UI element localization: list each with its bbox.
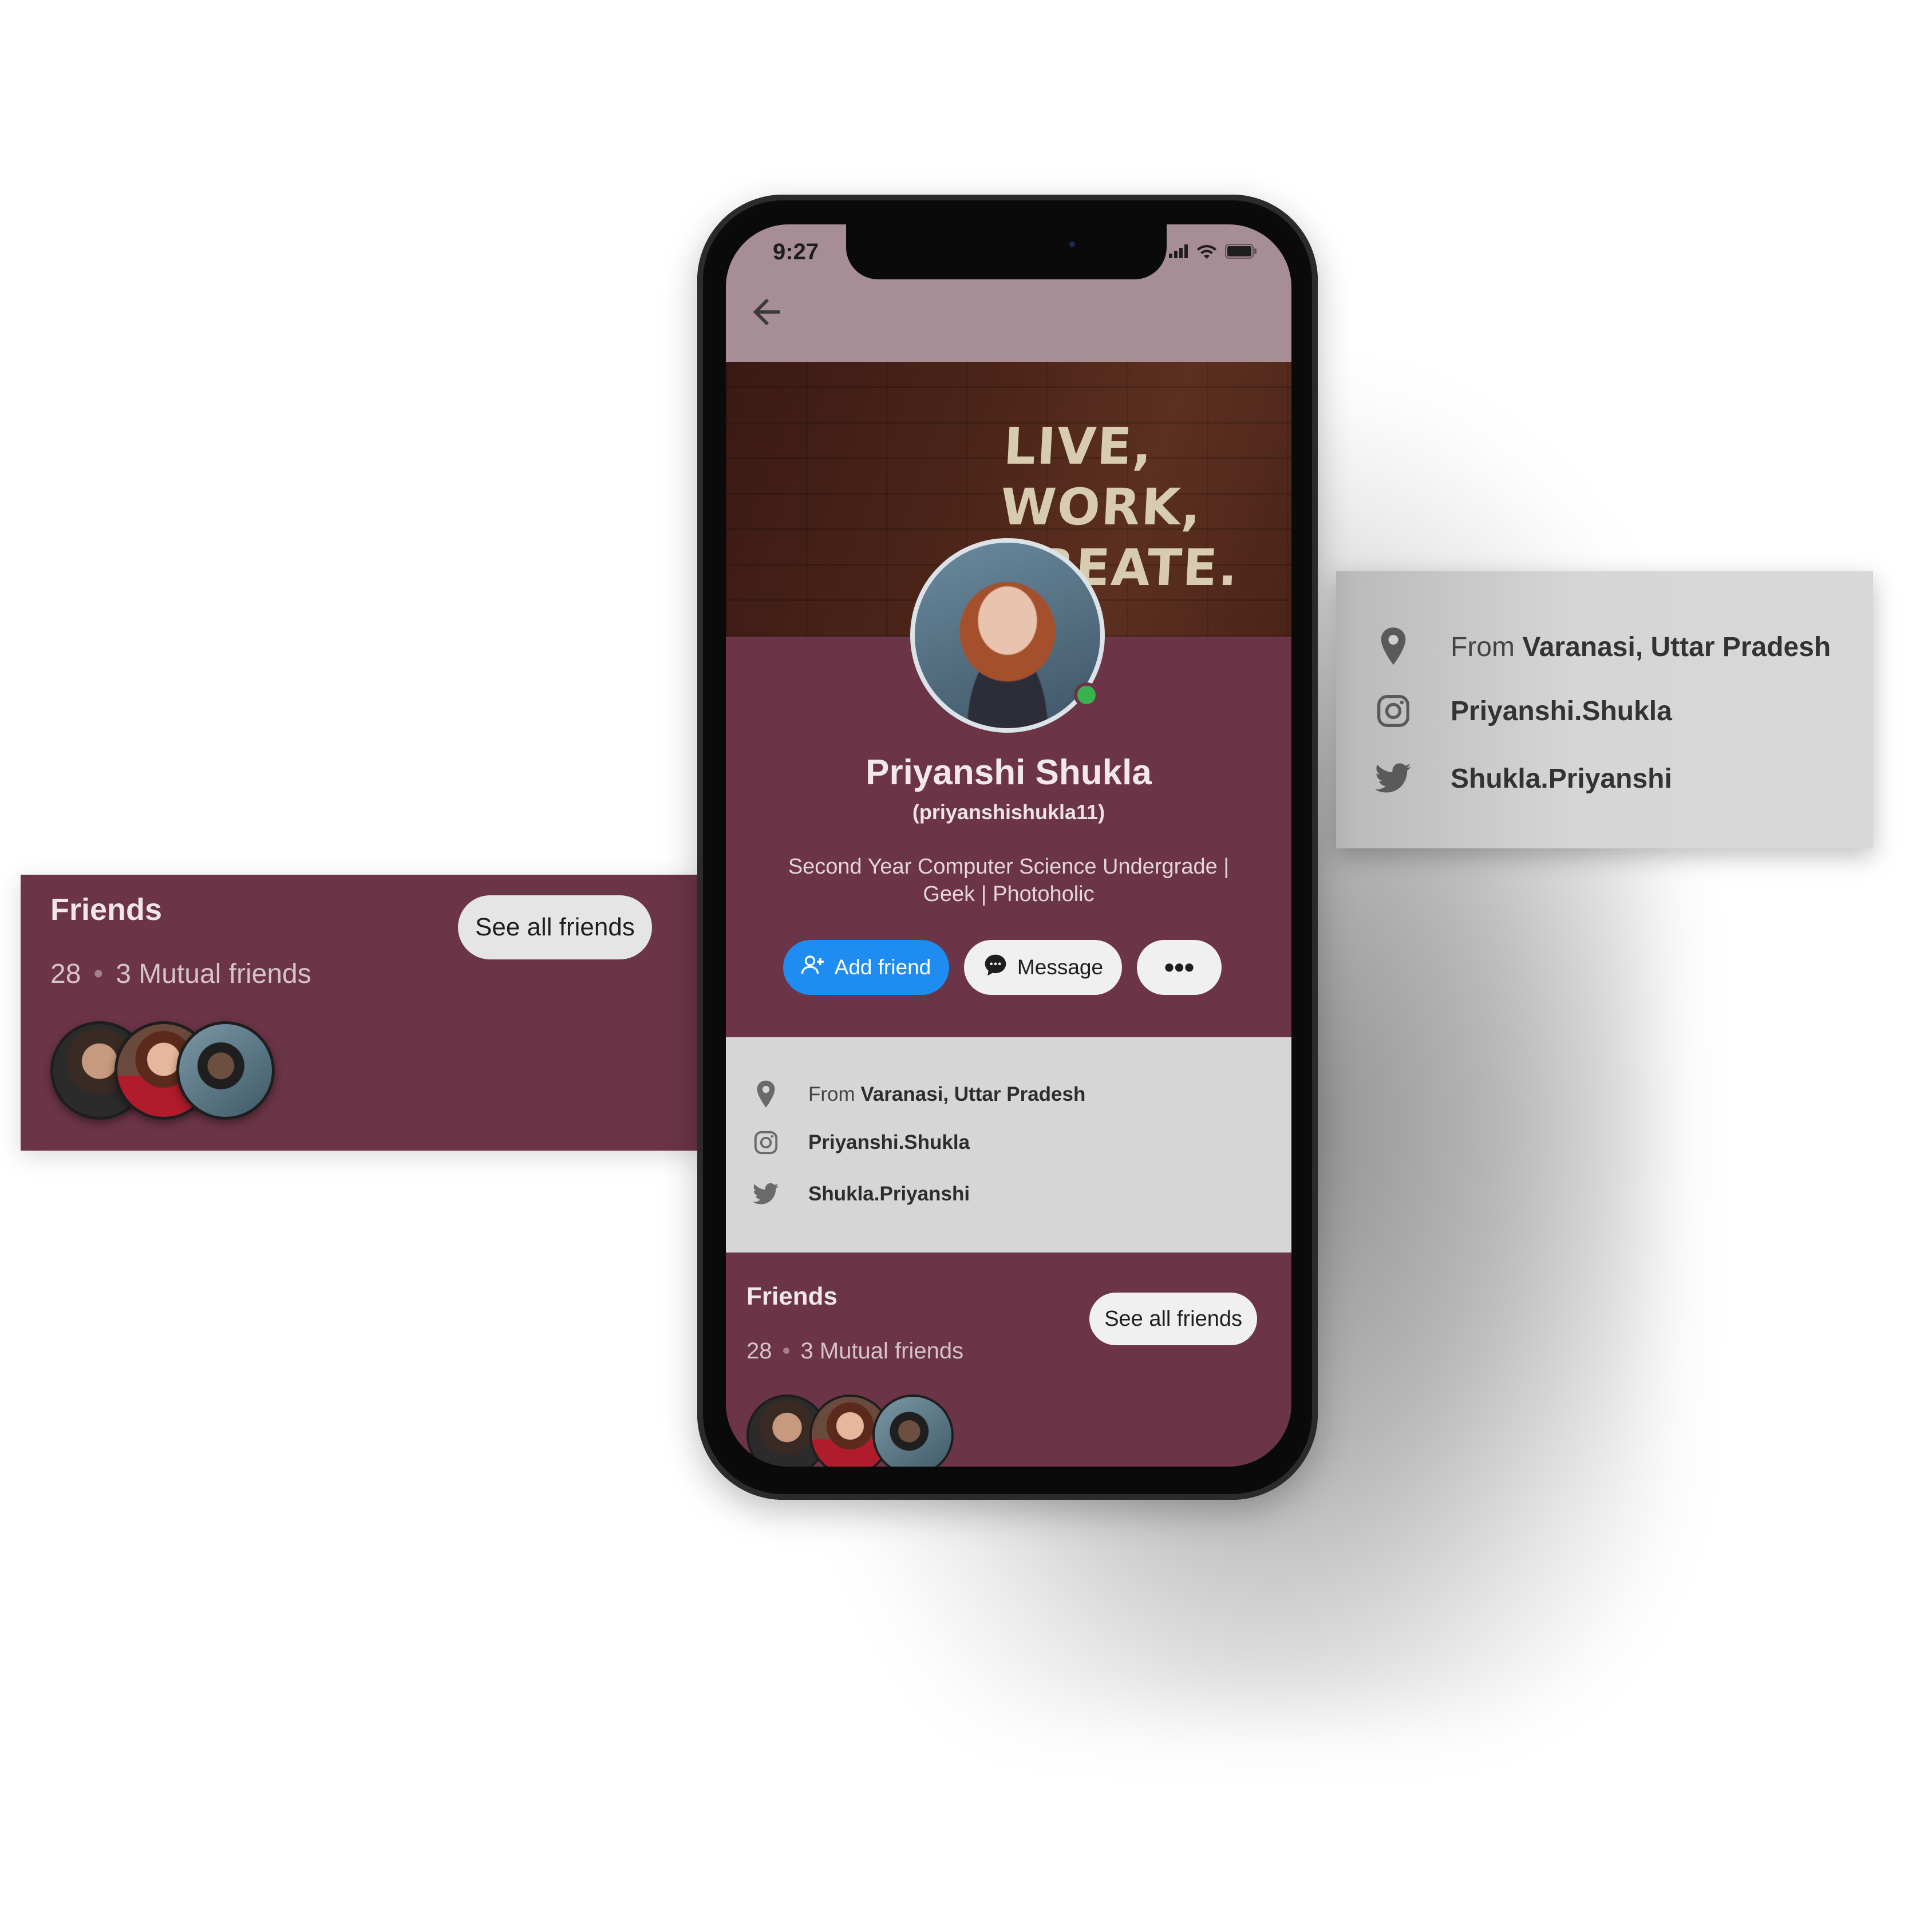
friends-callout: Friends 28 • 3 Mutual friends See all frie… (21, 875, 702, 1151)
friend-avatar[interactable] (872, 1394, 954, 1467)
online-status-indicator (1074, 682, 1099, 708)
info-location-row: From Varanasi, Uttar Pradesh (749, 1077, 1085, 1112)
chat-bubble-icon (983, 953, 1008, 983)
profile-avatar[interactable] (910, 538, 1105, 733)
friends-subtitle: 28 • 3 Mutual friends (746, 1338, 963, 1364)
twitter-icon (1370, 756, 1416, 801)
more-options-button[interactable]: ••• (1137, 940, 1222, 995)
from-prefix: From (808, 1083, 855, 1105)
cover-line: LIVE, (1002, 417, 1155, 476)
battery-icon (1225, 244, 1257, 262)
friends-section: Friends 28 • 3 Mutual friends See all frie… (726, 1253, 1291, 1467)
instagram-icon (749, 1125, 783, 1160)
friend-avatar[interactable] (176, 1021, 275, 1120)
instagram-handle: Priyanshi.Shukla (1451, 696, 1672, 726)
profile-name: Priyanshi Shukla (866, 753, 1152, 792)
separator-dot: • (782, 1338, 791, 1364)
phone-screen: 9:27 LIVE, WORK, CREATE. Priyanshi Shukl… (726, 224, 1291, 1467)
add-friend-button[interactable]: Add friend (783, 940, 949, 995)
friends-title: Friends (746, 1282, 837, 1310)
friends-count: 28 (746, 1338, 772, 1364)
see-all-friends-button[interactable]: See all friends (458, 895, 652, 959)
friends-callout-title: Friends (50, 892, 163, 927)
location-text: Varanasi, Uttar Pradesh (1522, 631, 1831, 662)
front-camera (1069, 242, 1075, 247)
status-time: 9:27 (773, 239, 819, 264)
message-label: Message (1017, 955, 1104, 979)
location-pin-icon (749, 1077, 783, 1112)
twitter-icon (749, 1177, 783, 1211)
info-twitter-row[interactable]: Shukla.Priyanshi (749, 1177, 970, 1211)
mutual-friends: 3 Mutual friends (116, 959, 311, 989)
cover-line: WORK, (999, 477, 1203, 536)
profile-handle: (priyanshishukla11) (912, 800, 1105, 824)
phone-notch (846, 224, 1167, 279)
info-instagram-row[interactable]: Priyanshi.Shukla (1370, 688, 1672, 734)
add-person-icon (801, 955, 825, 981)
location-pin-icon (1370, 624, 1416, 670)
instagram-handle: Priyanshi.Shukla (808, 1131, 970, 1153)
twitter-handle: Shukla.Priyanshi (808, 1183, 970, 1205)
profile-info: From Varanasi, Uttar Pradesh Priyanshi.S… (726, 1037, 1291, 1253)
instagram-icon (1370, 688, 1416, 734)
message-button[interactable]: Message (964, 940, 1122, 995)
add-friend-label: Add friend (834, 955, 931, 979)
from-prefix: From (1451, 631, 1515, 662)
mockup-stage: Friends 28 • 3 Mutual friends See all frie… (0, 0, 1932, 1932)
mutual-friends: 3 Mutual friends (800, 1338, 964, 1364)
profile-bio: Second Year Computer Science Undergrade … (788, 855, 1230, 906)
twitter-handle: Shukla.Priyanshi (1451, 763, 1672, 794)
wifi-icon (1196, 244, 1217, 262)
info-callout: From Varanasi, Uttar Pradesh Priyanshi.S… (1336, 571, 1873, 848)
status-icons (1169, 244, 1257, 262)
separator-dot: • (93, 959, 104, 989)
location-text: Varanasi, Uttar Pradesh (860, 1083, 1086, 1105)
profile-actions: Add friend Message ••• (726, 940, 1291, 997)
info-location-row: From Varanasi, Uttar Pradesh (1370, 624, 1831, 670)
back-arrow-icon[interactable] (746, 292, 787, 332)
signal-icon (1169, 244, 1188, 261)
info-twitter-row[interactable]: Shukla.Priyanshi (1370, 756, 1672, 801)
friends-count: 28 (50, 959, 81, 989)
info-instagram-row[interactable]: Priyanshi.Shukla (749, 1125, 970, 1160)
see-all-friends-button[interactable]: See all friends (1089, 1293, 1257, 1345)
friends-callout-subtitle: 28 • 3 Mutual friends (50, 958, 311, 990)
